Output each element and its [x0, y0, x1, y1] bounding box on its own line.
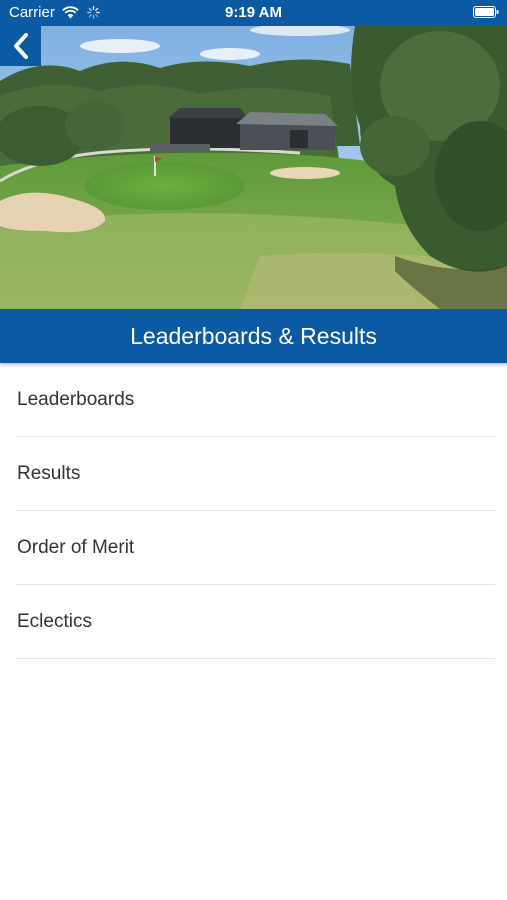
status-bar: Carrier 9:19 AM	[0, 0, 507, 26]
menu-item-order-of-merit[interactable]: Order of Merit	[0, 511, 507, 585]
menu-item-results[interactable]: Results	[0, 437, 507, 511]
battery-icon	[473, 6, 499, 18]
menu-item-leaderboards[interactable]: Leaderboards	[0, 363, 507, 437]
divider	[16, 658, 495, 659]
page-title: Leaderboards & Results	[130, 322, 377, 349]
menu-item-eclectics[interactable]: Eclectics	[0, 585, 507, 659]
menu-item-label: Eclectics	[17, 611, 92, 632]
menu-item-label: Results	[17, 463, 81, 484]
menu-list: Leaderboards Results Order of Merit Ecle…	[0, 363, 507, 659]
page-title-bar: Leaderboards & Results	[0, 309, 507, 363]
hero-image	[0, 26, 507, 309]
status-time: 9:19 AM	[225, 4, 282, 21]
menu-item-label: Leaderboards	[17, 389, 135, 410]
back-button[interactable]	[0, 26, 41, 66]
chevron-left-icon	[13, 33, 28, 59]
menu-item-label: Order of Merit	[17, 537, 135, 558]
